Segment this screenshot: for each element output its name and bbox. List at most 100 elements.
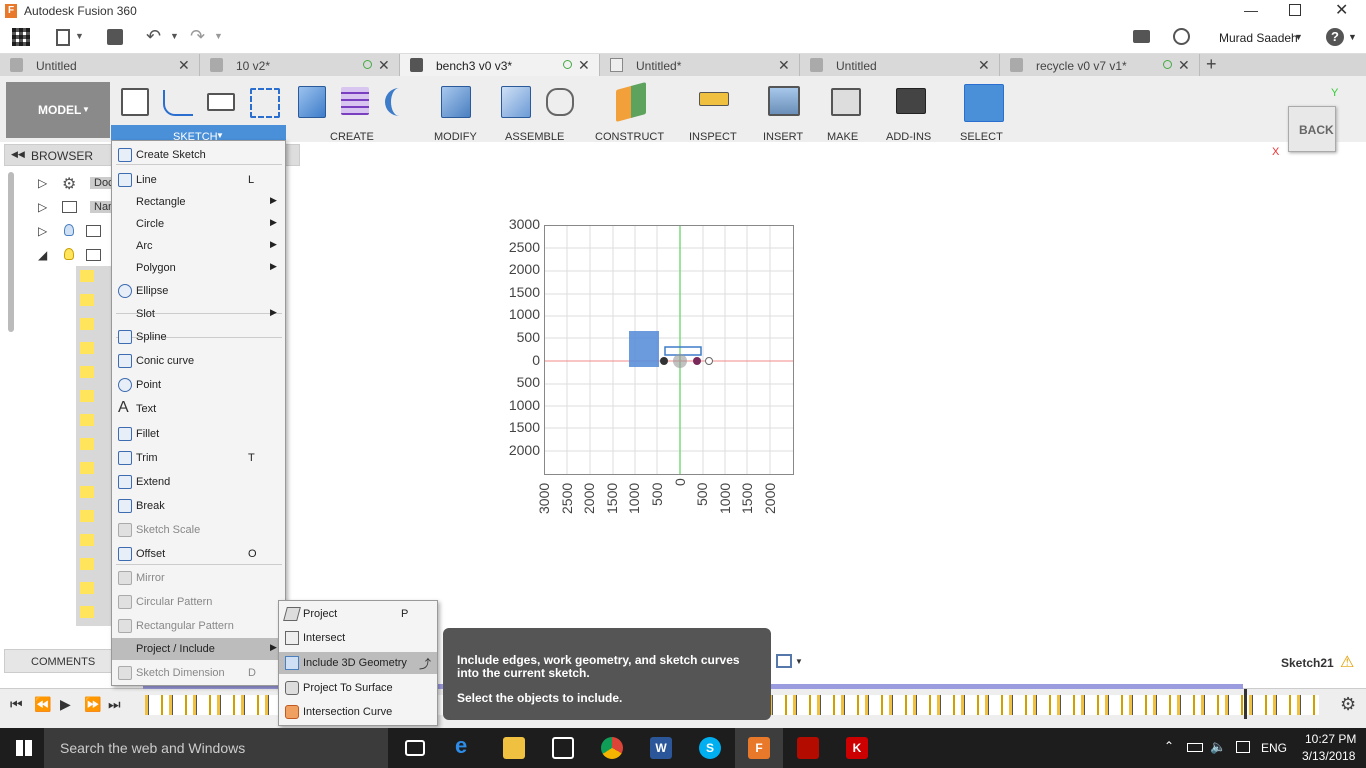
sketch-rectangle[interactable] — [664, 346, 702, 356]
menu-item-project-include[interactable]: Project / Include ▶ — [112, 638, 285, 660]
timeline-end-icon[interactable]: ⏭ — [108, 696, 121, 713]
tab-untitled-2[interactable]: Untitled* ✕ — [600, 54, 800, 76]
chrome-icon[interactable] — [601, 737, 623, 759]
save-icon[interactable] — [107, 29, 123, 45]
menu-item-project-to-surface[interactable]: Project To Surface — [279, 677, 437, 699]
sketch-point[interactable] — [660, 357, 668, 365]
tree-row-named-views[interactable]: ▷ Nam — [38, 198, 122, 218]
menu-item-circle[interactable]: Circle ▶ — [112, 213, 285, 235]
file-dropdown-icon[interactable]: ▼ — [75, 31, 84, 41]
timeline-marker[interactable] — [1244, 689, 1247, 719]
3d-print-icon[interactable] — [831, 88, 861, 116]
undo-icon[interactable]: ↶ — [146, 26, 161, 47]
action-center-icon[interactable] — [1236, 741, 1250, 753]
close-icon[interactable]: ✕ — [378, 57, 390, 74]
menu-item-include-3d-geometry[interactable]: Include 3D Geometry ⤴ — [279, 652, 437, 674]
offset-plane-icon[interactable] — [616, 81, 646, 123]
minimize-button[interactable]: — — [1244, 2, 1258, 18]
menu-item-sketch-scale[interactable]: Sketch Scale — [112, 519, 285, 541]
menu-item-arc[interactable]: Arc ▶ — [112, 235, 285, 257]
lightbulb-icon[interactable] — [64, 248, 74, 260]
show-hidden-icons-icon[interactable]: ⌃ — [1164, 739, 1174, 753]
display-settings-icon[interactable] — [776, 654, 792, 668]
workspace-switcher[interactable]: MODEL ▼ — [6, 82, 110, 138]
timeline-settings-gear-icon[interactable]: ⚙ — [1340, 694, 1356, 715]
expand-arrow-icon[interactable]: ▷ — [38, 176, 47, 190]
expand-arrow-icon[interactable]: ▷ — [38, 200, 47, 214]
data-panel-grid-icon[interactable] — [12, 28, 30, 46]
line-tool-icon[interactable] — [163, 90, 193, 116]
acrobat-icon[interactable] — [797, 737, 819, 759]
close-icon[interactable]: ✕ — [978, 57, 990, 74]
sketch-dropdown-icon[interactable]: ▼ — [216, 131, 224, 140]
collapse-arrow-icon[interactable]: ◢ — [38, 248, 47, 262]
view-cube-face-label[interactable]: BACK — [1299, 123, 1334, 137]
tree-row-sketches[interactable]: ◢ — [38, 246, 110, 266]
close-icon[interactable]: ✕ — [1178, 57, 1190, 74]
menu-item-rectangular-pattern[interactable]: Rectangular Pattern — [112, 615, 285, 637]
origin-point[interactable] — [673, 354, 687, 368]
press-pull-icon[interactable] — [441, 86, 471, 118]
clock-time[interactable]: 10:27 PM — [1305, 732, 1356, 746]
pin-icon[interactable]: ⤴ — [419, 655, 431, 672]
new-component-icon[interactable] — [501, 86, 531, 118]
select-icon[interactable] — [964, 84, 1004, 122]
file-menu-icon[interactable] — [56, 29, 70, 46]
collapse-browser-icon[interactable]: ◀◀ — [11, 149, 25, 160]
kaspersky-icon[interactable]: K — [846, 737, 868, 759]
menu-item-rectangle[interactable]: Rectangle ▶ — [112, 191, 285, 213]
undo-dropdown-icon[interactable]: ▼ — [170, 31, 179, 41]
menu-item-spline[interactable]: Spline — [112, 326, 285, 348]
volume-icon[interactable]: 🔈 — [1210, 739, 1226, 755]
redo-dropdown-icon[interactable]: ▼ — [214, 31, 223, 41]
tab-untitled-1[interactable]: Untitled ✕ — [0, 54, 200, 76]
sketch-point[interactable] — [705, 357, 713, 365]
help-icon[interactable]: ? — [1326, 28, 1344, 46]
menu-item-trim[interactable]: Trim T — [112, 447, 285, 469]
menu-item-slot[interactable]: Slot ▶ — [112, 303, 285, 325]
input-language[interactable]: ENG — [1261, 741, 1287, 755]
create-sketch-icon[interactable] — [121, 88, 149, 116]
sketch-point[interactable] — [693, 357, 701, 365]
close-icon[interactable]: ✕ — [178, 57, 190, 74]
skype-icon[interactable]: S — [699, 737, 721, 759]
timeline-forward-icon[interactable]: ⏩ — [84, 696, 101, 713]
tab-recycle[interactable]: recycle v0 v7 v1* ✕ — [1000, 54, 1200, 76]
menu-item-point[interactable]: Point — [112, 374, 285, 396]
revolve-icon[interactable] — [385, 88, 413, 116]
chat-icon[interactable] — [1133, 30, 1150, 43]
measure-icon[interactable] — [699, 92, 729, 106]
task-view-icon[interactable] — [405, 740, 425, 756]
menu-item-intersect[interactable]: Intersect — [279, 627, 437, 649]
windows-start-icon[interactable] — [16, 740, 32, 756]
menu-item-break[interactable]: Break — [112, 495, 285, 517]
timeline-start-icon[interactable]: ⏮ — [10, 696, 23, 713]
sketch-visibility-icons[interactable] — [80, 270, 94, 622]
menu-item-offset[interactable]: Offset O — [112, 543, 285, 565]
redo-icon[interactable]: ↷ — [190, 26, 205, 47]
menu-item-ellipse[interactable]: Ellipse — [112, 280, 285, 302]
menu-item-fillet[interactable]: Fillet — [112, 423, 285, 445]
view-cube[interactable]: BACK — [1288, 106, 1336, 152]
expand-arrow-icon[interactable]: ▷ — [38, 224, 47, 238]
close-window-button[interactable]: ✕ — [1335, 0, 1348, 20]
menu-item-line[interactable]: Line L — [112, 169, 285, 191]
scripts-icon[interactable] — [896, 88, 926, 114]
menu-item-circular-pattern[interactable]: Circular Pattern — [112, 591, 285, 613]
insert-image-icon[interactable] — [768, 86, 800, 116]
taskbar-search-box[interactable]: Search the web and Windows — [44, 728, 388, 768]
tab-bench3[interactable]: bench3 v0 v3* ✕ — [400, 54, 600, 76]
job-status-clock-icon[interactable] — [1173, 28, 1190, 45]
joint-icon[interactable] — [546, 88, 574, 116]
menu-item-text[interactable]: A Text — [112, 398, 285, 420]
maximize-button[interactable] — [1289, 4, 1301, 16]
menu-item-intersection-curve[interactable]: Intersection Curve — [279, 701, 437, 723]
tab-10-v2[interactable]: 10 v2* ✕ — [200, 54, 400, 76]
form-icon[interactable] — [341, 87, 369, 115]
menu-item-project[interactable]: Project P — [279, 603, 437, 625]
menu-item-polygon[interactable]: Polygon ▶ — [112, 257, 285, 279]
sketch-constraints-icon[interactable] — [250, 88, 280, 118]
display-settings-dropdown-icon[interactable]: ▼ — [795, 657, 803, 666]
lightbulb-icon[interactable] — [64, 224, 74, 236]
close-icon[interactable]: ✕ — [778, 57, 790, 74]
